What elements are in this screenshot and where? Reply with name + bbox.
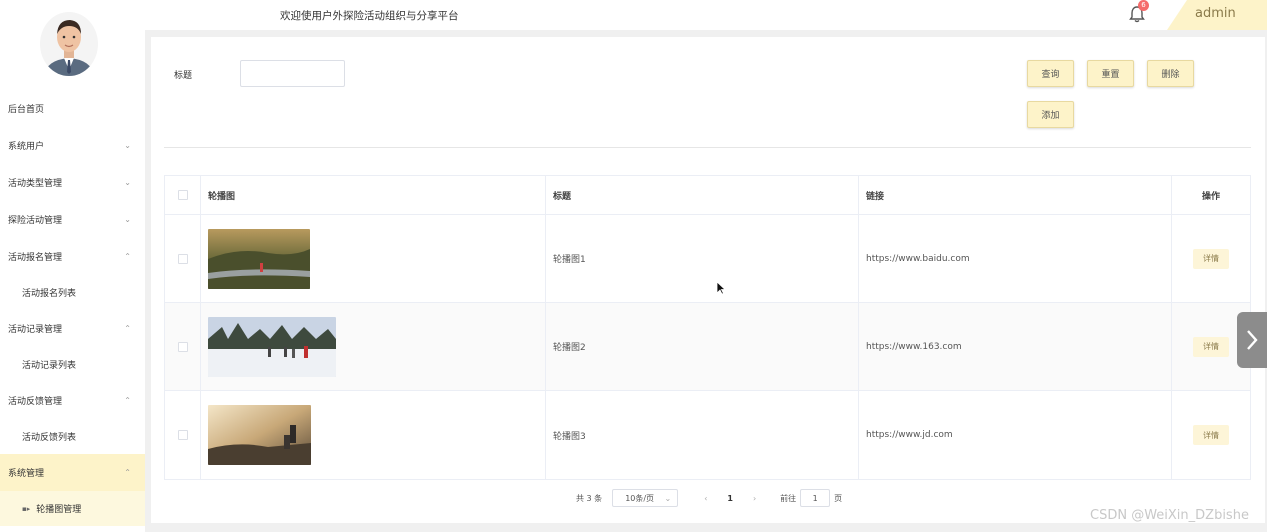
add-button[interactable]: 添加 (1027, 101, 1074, 128)
sidebar-item[interactable]: ▪▸ 轮播图管理 (0, 491, 145, 526)
mouse-cursor-icon (716, 280, 727, 299)
title-search-label: 标题 (174, 71, 193, 81)
sidebar-item[interactable]: 活动类型管理 ⌄ (0, 164, 145, 201)
sidebar: 后台首页 系统用户 ⌄ 活动类型管理 ⌄ 探险活动管理 ⌄ 活动报名管理 ⌃ 活动报名列表 活动记录… (0, 0, 145, 532)
title-search-input[interactable] (240, 60, 345, 87)
watermark: CSDN @WeiXin_DZbishe (1090, 508, 1249, 523)
goto-page-input[interactable]: 1 (800, 489, 831, 507)
column-header-link: 链接 (859, 176, 1172, 214)
chevron-icon: ⌄ (124, 141, 131, 150)
detail-button[interactable]: 详情 (1193, 425, 1229, 445)
title-cell: 轮播图1 (546, 215, 859, 302)
next-page-icon[interactable]: › (753, 494, 756, 503)
link-cell: https://www.baidu.com (859, 215, 1172, 302)
carousel-table: 轮播图 标题 链接 操作 轮播图1 https://www.baidu.com … (164, 175, 1251, 480)
page-number[interactable]: 1 (727, 494, 733, 503)
link-cell: https://www.163.com (859, 303, 1172, 390)
sidebar-item-label: 系统管理 (8, 469, 45, 479)
image-cell (201, 303, 546, 390)
table-header: 轮播图 标题 链接 操作 (165, 176, 1250, 215)
delete-button[interactable]: 删除 (1147, 60, 1194, 87)
sidebar-item-label: 后台首页 (8, 105, 45, 115)
select-all-cell (165, 176, 201, 214)
sidebar-item-label: 活动记录列表 (22, 361, 77, 371)
username[interactable]: admin (1195, 6, 1236, 21)
chevron-icon: ⌃ (124, 252, 131, 261)
sidebar-item-label: 活动类型管理 (8, 179, 63, 189)
sidebar-item[interactable]: 后台首页 (0, 90, 145, 127)
welcome-text: 欢迎使用户外探险活动组织与分享平台 (280, 10, 459, 22)
chevron-icon: ⌃ (124, 468, 131, 477)
divider (164, 147, 1251, 148)
total-count: 共 3 条 (576, 493, 603, 503)
row-checkbox[interactable] (177, 430, 188, 440)
carousel-image[interactable] (208, 405, 311, 465)
row-checkbox[interactable] (177, 341, 188, 352)
pagination: 共 3 条 10条/页 ⌄ ‹ 1 › 前往 1 页 (576, 488, 842, 508)
main-panel: 标题 查询 重置 删除 添加 轮播图 标题 链接 操作 轮播图1 https:/… (151, 37, 1265, 523)
table-row: 轮播图1 https://www.baidu.com 详情 (165, 215, 1250, 303)
sidebar-item[interactable]: 活动报名管理 ⌃ (0, 238, 145, 275)
sidebar-item-label: 活动报名管理 (8, 253, 63, 263)
action-cell: 详情 (1172, 391, 1250, 479)
sidebar-item[interactable]: 活动记录管理 ⌃ (0, 310, 145, 347)
carousel-image[interactable] (208, 316, 336, 377)
prev-page-icon[interactable]: ‹ (704, 494, 707, 503)
sidebar-menu: 后台首页 系统用户 ⌄ 活动类型管理 ⌄ 探险活动管理 ⌄ 活动报名管理 ⌃ 活动报名列表 活动记录… (0, 90, 145, 526)
goto-label: 前往 (780, 493, 797, 503)
image-cell (201, 391, 546, 479)
chevron-icon: ⌃ (124, 324, 131, 333)
next-slide-handle[interactable] (1237, 312, 1267, 368)
sidebar-item[interactable]: 系统管理 ⌃ (0, 454, 145, 491)
menu-dot-icon: ▪▸ (22, 504, 31, 513)
title-cell: 轮播图3 (546, 391, 859, 479)
title-cell: 轮播图2 (546, 303, 859, 390)
reset-button[interactable]: 重置 (1087, 60, 1134, 87)
row-check-cell (165, 215, 201, 302)
table-row: 轮播图3 https://www.jd.com 详情 (165, 391, 1250, 479)
chevron-icon: ⌄ (124, 178, 131, 187)
chevron-icon: ⌄ (124, 215, 131, 224)
page-suffix: 页 (834, 493, 843, 503)
detail-button[interactable]: 详情 (1193, 248, 1229, 269)
top-header: 欢迎使用户外探险活动组织与分享平台 6 admin (145, 0, 1267, 30)
sidebar-item-label: 活动记录管理 (8, 325, 63, 335)
detail-button[interactable]: 详情 (1193, 336, 1229, 357)
sidebar-item-label: 轮播图管理 (36, 505, 82, 515)
sidebar-item[interactable]: 活动报名列表 (0, 275, 145, 310)
avatar[interactable] (40, 12, 98, 76)
column-header-image: 轮播图 (201, 176, 546, 214)
link-cell: https://www.jd.com (859, 391, 1172, 479)
sidebar-item-label: 探险活动管理 (8, 216, 63, 226)
notification-badge: 6 (1138, 0, 1149, 11)
column-header-action: 操作 (1201, 191, 1220, 202)
carousel-image[interactable] (208, 228, 310, 289)
sidebar-item-label: 活动反馈列表 (22, 433, 77, 443)
column-header-title: 标题 (546, 176, 859, 214)
sidebar-item[interactable]: 活动反馈管理 ⌃ (0, 382, 145, 419)
sidebar-item[interactable]: 活动反馈列表 (0, 419, 145, 454)
table-row: 轮播图2 https://www.163.com 详情 (165, 303, 1250, 391)
query-button[interactable]: 查询 (1027, 60, 1074, 87)
sidebar-item[interactable]: 探险活动管理 ⌄ (0, 201, 145, 238)
select-all-checkbox[interactable] (177, 190, 188, 200)
row-check-cell (165, 391, 201, 479)
sidebar-item-label: 系统用户 (8, 142, 45, 152)
page-size-value: 10条/页 (625, 493, 655, 503)
action-cell: 详情 (1172, 215, 1250, 302)
sidebar-item[interactable]: 系统用户 ⌄ (0, 127, 145, 164)
row-checkbox[interactable] (177, 253, 188, 264)
page-size-select[interactable]: 10条/页 ⌄ (612, 489, 679, 507)
chevron-down-icon: ⌄ (664, 493, 672, 503)
image-cell (201, 215, 546, 302)
sidebar-item-label: 活动反馈管理 (8, 397, 63, 407)
sidebar-item[interactable]: 活动记录列表 (0, 347, 145, 382)
chevron-icon: ⌃ (124, 396, 131, 405)
row-check-cell (165, 303, 201, 390)
sidebar-item-label: 活动报名列表 (22, 289, 77, 299)
